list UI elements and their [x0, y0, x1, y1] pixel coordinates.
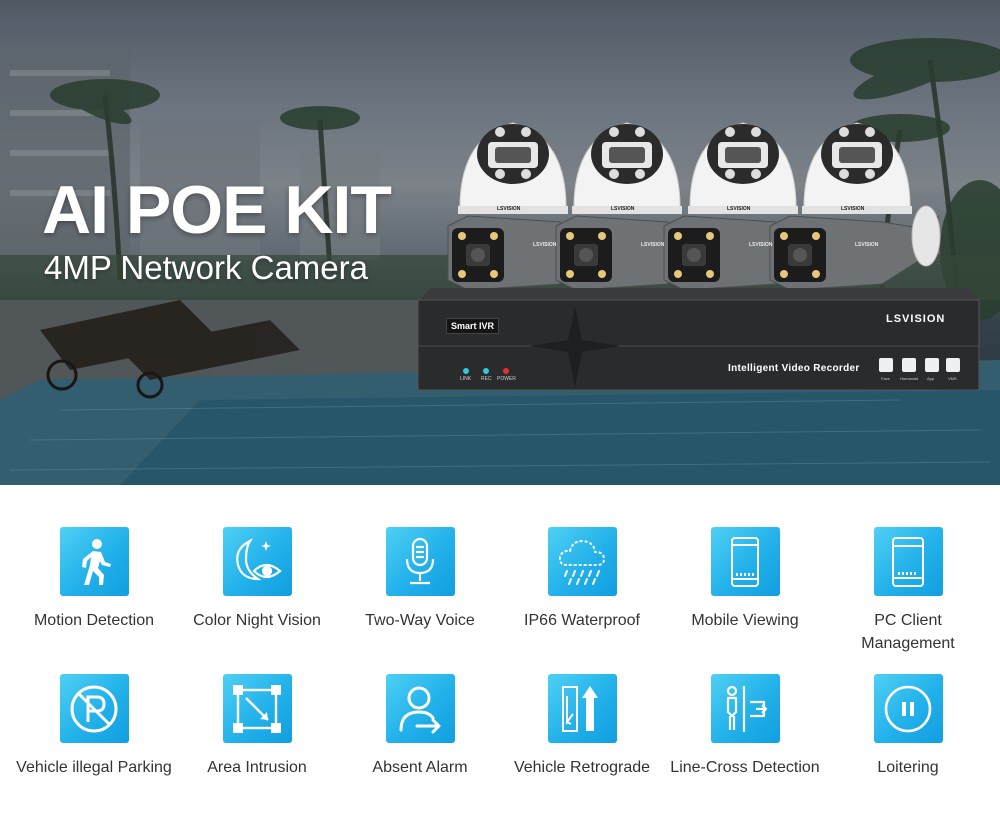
moon-eye-icon	[222, 527, 292, 596]
feature-two-way-voice: Two-Way Voice	[339, 527, 501, 632]
feature-color-night-vision: Color Night Vision	[176, 527, 338, 632]
area-frame-icon	[222, 674, 292, 743]
tablet-icon	[873, 527, 943, 596]
fn-label-humanoid: Humanoid	[900, 376, 919, 381]
feature-pc-client-management: PC Client Management	[827, 527, 989, 655]
nvr-caption: Intelligent Video Recorder	[728, 363, 860, 374]
feature-label: PC Client Management	[861, 612, 955, 652]
feature-vehicle-retrograde: Vehicle Retrograde	[501, 674, 663, 779]
bullet-brand-label: LSVISION	[533, 242, 557, 248]
feature-ip66-waterproof: IP66 Waterproof	[501, 527, 663, 632]
feature-label: Mobile Viewing	[691, 612, 799, 629]
feature-area-intrusion: Area Intrusion	[176, 674, 338, 779]
bullet-brand-label: LSVISION	[855, 242, 879, 248]
feature-label: Two-Way Voice	[365, 612, 475, 629]
feature-line-cross-detection: Line-Cross Detection	[664, 674, 826, 779]
microphone-icon	[385, 527, 455, 596]
feature-label: Area Intrusion	[207, 759, 307, 776]
feature-motion-detection: Motion Detection	[13, 527, 175, 632]
dome-brand-label: LSVISION	[841, 206, 865, 212]
dome-brand-label: LSVISION	[727, 206, 751, 212]
feature-absent-alarm: Absent Alarm	[339, 674, 501, 779]
dome-brand-label: LSVISION	[497, 206, 521, 212]
led-label-power: POWER	[497, 376, 516, 382]
pause-circle-icon	[873, 674, 943, 743]
cloud-rain-icon	[547, 527, 617, 596]
wrong-way-icon	[547, 674, 617, 743]
nvr-model-label: Smart IVR	[446, 318, 500, 334]
hero-title: AI POE KIT	[42, 172, 392, 248]
person-away-icon	[385, 674, 455, 743]
hero-subtitle: 4MP Network Camera	[44, 249, 368, 286]
bullet-brand-label: LSVISION	[641, 242, 665, 248]
smartphone-icon	[710, 527, 780, 596]
bullet-brand-label: LSVISION	[749, 242, 773, 248]
feature-label: Motion Detection	[33, 612, 155, 629]
hero-banner: AI POE KIT 4MP Network Camera LSVISION L…	[0, 0, 1000, 485]
fn-label-vms: VMS	[948, 376, 957, 381]
nvr-brand-logo: LSVISION	[886, 313, 946, 325]
led-label-rec: REC	[481, 376, 492, 382]
fn-label-app: App	[927, 376, 935, 381]
feature-label: Absent Alarm	[372, 759, 468, 776]
feature-label: IP66 Waterproof	[524, 612, 640, 629]
led-label-link: LINK	[460, 376, 472, 382]
nvr-box	[417, 288, 980, 391]
feature-loitering: Loitering	[827, 674, 989, 779]
feature-label: Line-Cross Detection	[670, 759, 820, 776]
line-cross-icon	[710, 674, 780, 743]
walking-person-icon	[59, 527, 129, 596]
feature-label: Vehicle Retrograde	[513, 759, 651, 776]
feature-mobile-viewing: Mobile Viewing	[664, 527, 826, 632]
feature-label: Loitering	[877, 759, 939, 776]
fn-label-face: Face	[881, 376, 890, 381]
no-parking-icon	[59, 674, 129, 743]
feature-label: Color Night Vision	[193, 612, 321, 629]
feature-label: Vehicle illegal Parking	[16, 759, 172, 776]
dome-brand-label: LSVISION	[611, 206, 635, 212]
feature-vehicle-illegal-parking: Vehicle illegal Parking	[13, 674, 175, 779]
